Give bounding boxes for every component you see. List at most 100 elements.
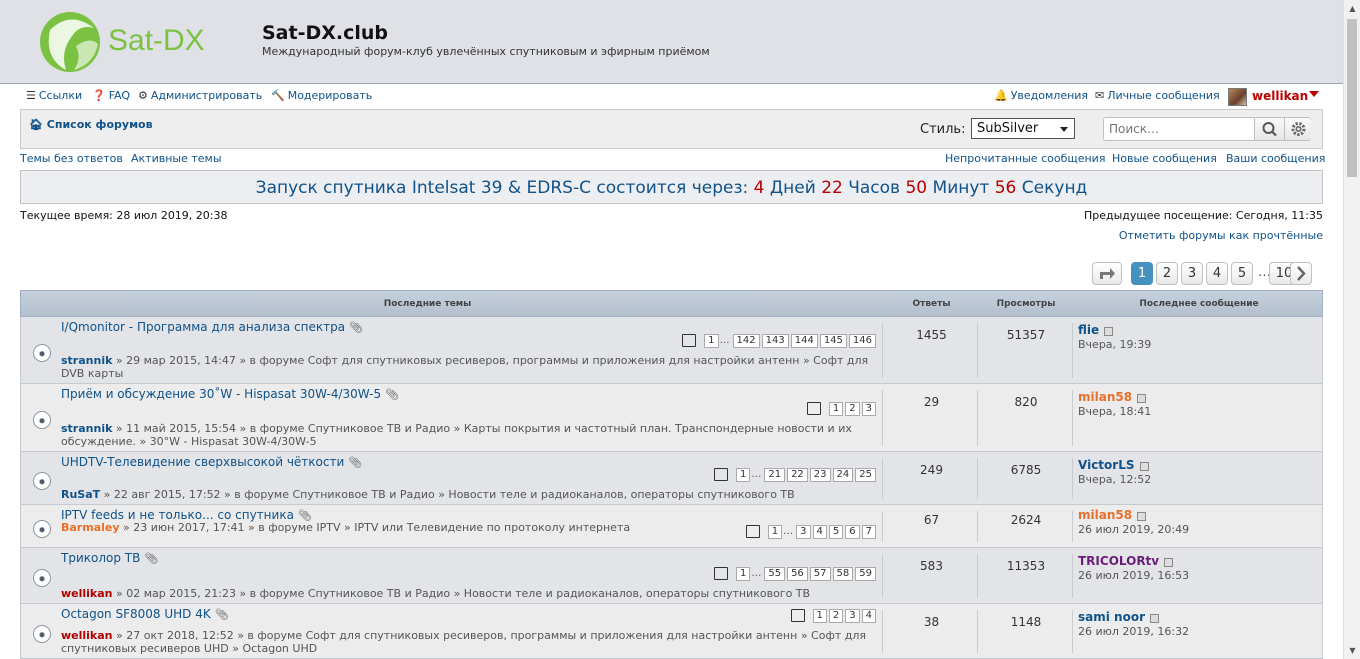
search-button[interactable] bbox=[1254, 118, 1284, 140]
topic-title[interactable]: I/Qmonitor - Программа для анализа спект… bbox=[61, 320, 363, 334]
topic-title[interactable]: Приём и обсуждение 30˚W - Hispasat 30W-4… bbox=[61, 387, 399, 401]
nav-notifications[interactable]: 🔔 Уведомления bbox=[994, 89, 1088, 102]
topic-page-link[interactable]: 58 bbox=[832, 567, 854, 581]
view-latest-post-icon[interactable] bbox=[1139, 461, 1149, 471]
topic-page-link[interactable]: 22 bbox=[787, 468, 808, 482]
topic-page-link[interactable]: 145 bbox=[819, 334, 847, 348]
last-post-author[interactable]: flie bbox=[1078, 323, 1099, 337]
topic-page-link[interactable]: 21 bbox=[764, 468, 786, 482]
jump-to-page-button[interactable] bbox=[1092, 262, 1122, 285]
forum-list-link[interactable]: 🏠︎ Список форумов bbox=[29, 118, 153, 131]
topic-page-link[interactable]: 23 bbox=[809, 468, 831, 482]
search-icon bbox=[1262, 122, 1277, 137]
topic-author[interactable]: RuSaT bbox=[61, 488, 100, 501]
last-post-author[interactable]: sami noor bbox=[1078, 610, 1145, 624]
view-latest-post-icon[interactable] bbox=[1149, 613, 1159, 623]
topic-replies: 583 bbox=[920, 559, 943, 573]
column-divider bbox=[882, 458, 883, 499]
topic-meta-text: » 11 май 2015, 15:54 » в форуме Спутнико… bbox=[61, 422, 852, 448]
scrollbar-thumb[interactable] bbox=[1347, 19, 1357, 177]
last-post-author[interactable]: milan58 bbox=[1078, 390, 1132, 404]
page-button[interactable]: 1 bbox=[1131, 262, 1153, 285]
table-row: Триколор ТВ 📎︎ 1… 55 56 57 58 59 wellikan » 02… bbox=[20, 548, 1323, 604]
topic-page-link[interactable]: 57 bbox=[809, 567, 831, 581]
new-posts-link[interactable]: Новые сообщения bbox=[1112, 152, 1217, 165]
last-post-author[interactable]: milan58 bbox=[1078, 508, 1132, 522]
mark-forums-read-link[interactable]: Отметить форумы как прочтённые bbox=[1119, 229, 1323, 242]
topic-author[interactable]: strannik bbox=[61, 422, 112, 435]
last-post-author[interactable]: TRICOLORtv bbox=[1078, 554, 1159, 568]
site-title[interactable]: Sat-DX.club bbox=[262, 22, 388, 44]
topic-page-link[interactable]: 1 bbox=[704, 334, 719, 348]
view-latest-post-icon[interactable] bbox=[1164, 557, 1174, 567]
topic-page-link[interactable]: 2 bbox=[845, 402, 860, 416]
topic-page-link[interactable]: 1 bbox=[812, 609, 827, 623]
topic-title[interactable]: Octagon SF8008 UHD 4K 📎︎ bbox=[61, 607, 229, 621]
topic-page-link[interactable]: 142 bbox=[732, 334, 760, 348]
header-replies: Ответы bbox=[912, 299, 951, 309]
topic-pages: 1… 142 143 144 145 146 bbox=[682, 334, 876, 348]
topic-page-link[interactable]: 55 bbox=[764, 567, 786, 581]
nav-faq[interactable]: ❓ FAQ bbox=[92, 89, 130, 102]
topic-page-link[interactable]: 3 bbox=[845, 609, 860, 623]
topic-title[interactable]: IPTV feeds и не только... со спутника 📎︎ bbox=[61, 508, 312, 522]
style-select[interactable]: SubSilver bbox=[971, 118, 1075, 139]
vertical-scrollbar[interactable]: ▲ ▼ bbox=[1343, 0, 1360, 659]
table-body: I/Qmonitor - Программа для анализа спект… bbox=[20, 317, 1323, 659]
search-input[interactable] bbox=[1105, 119, 1253, 139]
page-button[interactable]: 5 bbox=[1231, 262, 1253, 285]
topic-page-link[interactable]: 1 bbox=[828, 402, 844, 416]
your-posts-link[interactable]: Ваши сообщения bbox=[1226, 152, 1325, 165]
page-button[interactable]: 3 bbox=[1181, 262, 1203, 285]
active-topics-link[interactable]: Активные темы bbox=[131, 152, 222, 165]
next-page-button[interactable] bbox=[1290, 262, 1312, 285]
topic-author[interactable]: strannik bbox=[61, 354, 112, 367]
advanced-search-button[interactable] bbox=[1284, 118, 1311, 140]
scroll-up-arrow-icon[interactable]: ▲ bbox=[1344, 0, 1360, 17]
topic-page-link[interactable]: 1 bbox=[735, 567, 751, 581]
table-row: Приём и обсуждение 30˚W - Hispasat 30W-4… bbox=[20, 384, 1323, 452]
page-button[interactable]: 2 bbox=[1156, 262, 1178, 285]
site-header: Sat-DX Sat-DX.club Международный форум-к… bbox=[0, 0, 1343, 84]
topic-title[interactable]: Триколор ТВ 📎︎ bbox=[61, 551, 158, 565]
unanswered-topics-link[interactable]: Темы без ответов bbox=[20, 152, 123, 165]
page-button[interactable]: 4 bbox=[1206, 262, 1228, 285]
topic-page-link[interactable]: 144 bbox=[790, 334, 818, 348]
scroll-down-arrow-icon[interactable]: ▼ bbox=[1344, 642, 1360, 659]
topic-title[interactable]: UHDTV-Телевидение сверхвысокой чёткости 📎… bbox=[61, 455, 362, 469]
topic-page-link[interactable]: 3 bbox=[861, 402, 876, 416]
topic-page-link[interactable]: 59 bbox=[855, 567, 876, 581]
topic-page-link[interactable]: 2 bbox=[828, 609, 844, 623]
nav-admin[interactable]: ⚙ Администрировать bbox=[138, 89, 262, 102]
nav-faq-label: FAQ bbox=[108, 89, 131, 102]
recent-topics-table: Последние темы Ответы Просмотры Последне… bbox=[20, 290, 1323, 659]
topic-page-link[interactable]: 143 bbox=[761, 334, 789, 348]
user-avatar[interactable] bbox=[1228, 88, 1247, 106]
username-link[interactable]: wellikan bbox=[1252, 89, 1308, 103]
last-post-author[interactable]: VictorLS bbox=[1078, 458, 1135, 472]
column-divider bbox=[882, 554, 883, 598]
pages-icon bbox=[713, 468, 728, 481]
countdown-seconds-label: Секунд bbox=[1021, 178, 1088, 198]
topic-page-link[interactable]: 4 bbox=[861, 609, 876, 623]
view-latest-post-icon[interactable] bbox=[1104, 326, 1114, 336]
topic-page-link[interactable]: 56 bbox=[787, 567, 808, 581]
unread-posts-link[interactable]: Непрочитанные сообщения bbox=[945, 152, 1105, 165]
topic-page-link[interactable]: 25 bbox=[855, 468, 876, 482]
topic-page-link[interactable]: 1 bbox=[735, 468, 751, 482]
topic-replies: 1455 bbox=[916, 328, 947, 342]
view-latest-post-icon[interactable] bbox=[1137, 393, 1147, 403]
nav-private-messages[interactable]: ✉ Личные сообщения bbox=[1095, 89, 1220, 102]
topic-page-link[interactable]: 24 bbox=[832, 468, 854, 482]
column-divider bbox=[882, 610, 883, 653]
view-latest-post-icon[interactable] bbox=[1137, 511, 1147, 521]
topic-author[interactable]: wellikan bbox=[61, 587, 113, 600]
topic-author[interactable]: wellikan bbox=[61, 629, 113, 642]
topic-author[interactable]: Barmaley bbox=[61, 521, 120, 534]
site-logo[interactable]: Sat-DX bbox=[36, 6, 246, 78]
last-post-time: Вчера, 12:52 bbox=[1078, 473, 1152, 486]
topic-page-link[interactable]: 146 bbox=[848, 334, 876, 348]
nav-links[interactable]: ☰ Ссылки bbox=[26, 89, 82, 102]
nav-moderate[interactable]: 🔨 Модерировать bbox=[271, 89, 372, 102]
caret-down-icon[interactable] bbox=[1309, 91, 1319, 97]
